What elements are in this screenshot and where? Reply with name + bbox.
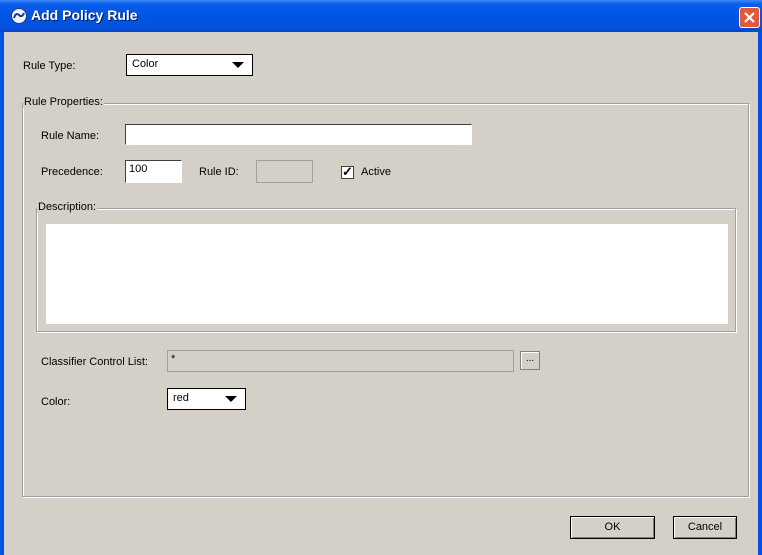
active-checkbox[interactable]: ✓ (341, 164, 354, 179)
description-legend: Description: (37, 201, 98, 213)
title-bar[interactable]: Add Policy Rule (0, 0, 762, 32)
rule-properties-legend: Rule Properties: (23, 96, 104, 108)
dialog-title: Add Policy Rule (31, 7, 138, 23)
description-textarea[interactable] (46, 224, 728, 324)
close-button[interactable] (739, 7, 760, 28)
window-border-right (758, 32, 762, 555)
active-label: Active (361, 166, 391, 178)
classifier-browse-button[interactable]: ... (520, 351, 540, 370)
chevron-down-icon (232, 62, 244, 68)
precedence-label: Precedence: (41, 166, 103, 178)
color-label: Color: (41, 396, 71, 408)
classifier-value: * (171, 353, 176, 365)
rule-id-input (256, 160, 313, 183)
color-select[interactable]: red (167, 388, 246, 410)
classifier-input: * (167, 350, 514, 372)
ok-button[interactable]: OK (570, 516, 655, 539)
window-border-left (0, 32, 4, 555)
rule-id-label: Rule ID: (199, 166, 239, 178)
color-value: red (173, 392, 189, 404)
add-policy-rule-dialog: Add Policy Rule Rule Type: Color Rule Pr… (0, 0, 762, 555)
checkmark-icon: ✓ (342, 164, 353, 179)
rule-type-select[interactable]: Color (126, 54, 253, 76)
precedence-input[interactable]: 100 (125, 160, 182, 183)
cancel-button[interactable]: Cancel (673, 516, 737, 539)
rule-name-label: Rule Name: (41, 130, 100, 142)
app-icon (11, 8, 27, 24)
precedence-value: 100 (129, 163, 148, 175)
rule-name-input[interactable] (125, 124, 472, 145)
close-icon (744, 12, 755, 23)
chevron-down-icon (225, 396, 237, 402)
rule-type-value: Color (132, 58, 159, 70)
classifier-label: Classifier Control List: (41, 356, 148, 368)
rule-type-label: Rule Type: (23, 60, 76, 72)
